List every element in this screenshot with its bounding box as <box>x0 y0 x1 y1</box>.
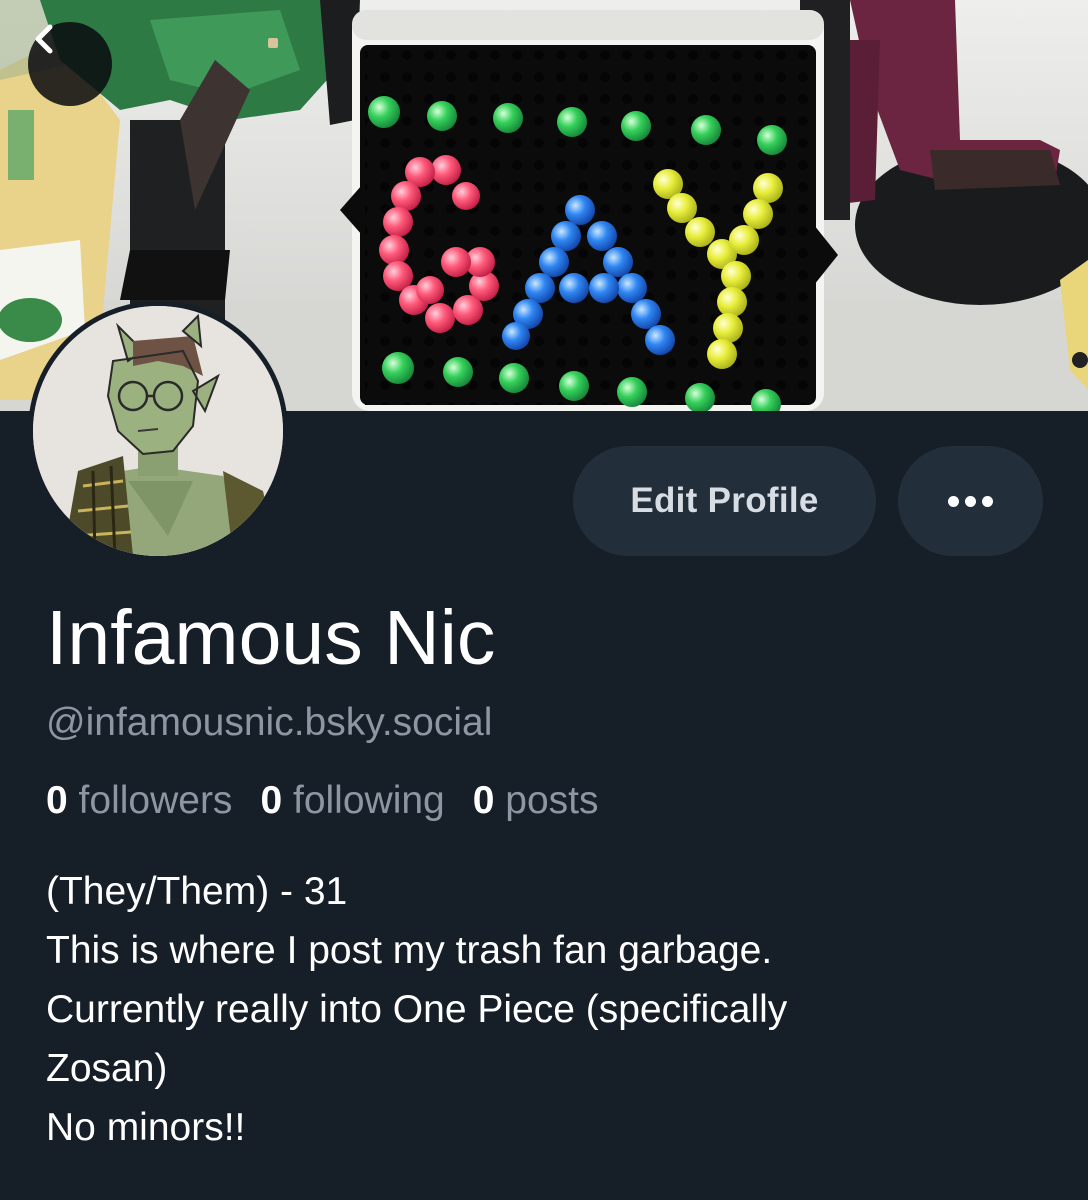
bio-line: No minors!! <box>46 1106 246 1149</box>
following-stat[interactable]: 0 following <box>260 776 444 826</box>
followers-stat[interactable]: 0 followers <box>46 776 232 826</box>
posts-label: posts <box>505 779 599 822</box>
chevron-left-icon <box>35 24 53 54</box>
bio-line: (They/Them) - 31 <box>46 870 348 913</box>
ellipsis-icon <box>948 495 993 507</box>
bio-line: Zosan) <box>46 1047 168 1090</box>
avatar-image <box>33 306 283 556</box>
posts-count: 0 <box>472 779 495 822</box>
avatar[interactable] <box>28 301 288 561</box>
more-options-button[interactable] <box>898 446 1043 556</box>
followers-label: followers <box>78 779 233 822</box>
edit-profile-button[interactable]: Edit Profile <box>573 446 876 556</box>
profile-page: Edit Profile Infamous Nic @infamousnic.b… <box>0 0 1088 1200</box>
profile-handle: @infamousnic.bsky.social <box>46 701 493 744</box>
back-button[interactable] <box>28 22 112 106</box>
bio-line: Currently really into One Piece (specifi… <box>46 988 788 1031</box>
posts-stat: 0 posts <box>473 776 599 826</box>
profile-bio: (They/Them) - 31 This is where I post my… <box>46 862 1046 1157</box>
followers-count: 0 <box>46 779 68 822</box>
profile-stats: 0 followers 0 following 0 posts <box>46 776 627 826</box>
bio-line: This is where I post my trash fan garbag… <box>46 929 773 972</box>
following-label: following <box>292 779 445 822</box>
display-name: Infamous Nic <box>46 595 496 681</box>
following-count: 0 <box>260 779 283 822</box>
